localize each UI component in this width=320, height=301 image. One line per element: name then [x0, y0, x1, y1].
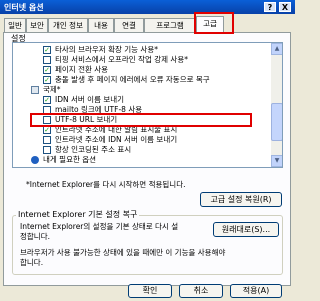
cancel-button[interactable]: 취소: [179, 284, 223, 298]
setting-label: 충돌 발생 후 페이지 에러에서 오류 자동으로 복구: [55, 75, 210, 84]
category-label: 국제*: [43, 85, 61, 94]
setting-checkbox[interactable]: [43, 56, 51, 64]
apply-button[interactable]: 적용(A): [230, 284, 282, 298]
category-icon: [31, 86, 39, 94]
reset-description-line2: 정합니다.: [20, 232, 50, 241]
accessibility-icon: [31, 156, 39, 164]
setting-checkbox[interactable]: [43, 136, 51, 144]
reset-button[interactable]: 원래대로(S)...: [213, 222, 279, 237]
settings-tree: 타사의 브라우저 확장 기능 사용* 티핑 서비스에서 오프라인 작업 강제 사…: [12, 42, 283, 168]
setting-checkbox[interactable]: [43, 76, 51, 84]
setting-label: 타사의 브라우저 확장 기능 사용*: [55, 45, 158, 54]
setting-label: 페이지 전환 사용: [55, 65, 109, 74]
highlight-utf8-url: [30, 113, 252, 127]
window-title: 인터넷 옵션: [4, 3, 44, 12]
reset-description-line1: Internet Explorer의 설정을 기본 상태로 다시 설: [20, 222, 179, 231]
scroll-thumb[interactable]: [271, 103, 282, 141]
setting-checkbox[interactable]: [43, 126, 51, 134]
reset-warning-line2: 합니다.: [20, 258, 44, 267]
highlight-advanced-tab: [194, 12, 234, 34]
setting-checkbox[interactable]: [43, 146, 51, 154]
restart-note: *Internet Explorer를 다시 시작하면 적용됩니다.: [26, 180, 186, 189]
tab-connections[interactable]: 연결: [114, 18, 144, 32]
tab-general[interactable]: 일반: [4, 18, 26, 32]
help-button[interactable]: ?: [264, 2, 276, 12]
setting-checkbox[interactable]: [43, 66, 51, 74]
scroll-down-icon[interactable]: ▼: [271, 155, 282, 167]
tab-content[interactable]: 내용: [88, 18, 114, 32]
close-button[interactable]: X: [279, 2, 291, 12]
setting-checkbox[interactable]: [43, 46, 51, 54]
scroll-up-icon[interactable]: ▲: [271, 43, 282, 55]
title-bar[interactable]: 인터넷 옵션 ? X: [0, 0, 295, 14]
tab-privacy[interactable]: 개인 정보: [48, 18, 88, 32]
ok-button[interactable]: 확인: [128, 284, 172, 298]
internet-options-dialog: 인터넷 옵션 ? X 일반 보안 개인 정보 내용 연결 프로그램 고급 설정 …: [0, 0, 295, 301]
setting-label: 인트라넷 주소에 IDN 서버 이름 보내기: [55, 135, 178, 144]
reset-group-legend: Internet Explorer 기본 설정 복구: [16, 209, 140, 220]
settings-scrollbar[interactable]: ▲ ▼: [271, 43, 282, 167]
setting-label: 항상 인코딩된 주소 표시: [55, 145, 132, 154]
tab-strip: 일반 보안 개인 정보 내용 연결 프로그램 고급: [0, 16, 295, 33]
tab-programs[interactable]: 프로그램: [144, 18, 196, 32]
restore-advanced-button[interactable]: 고급 설정 복원(R): [200, 192, 282, 207]
category-label: 내게 필요한 옵션: [43, 155, 97, 164]
reset-warning-line1: 브라우저가 사용 불가능한 상태에 있을 때에만 이 기능을 사용해야: [20, 248, 226, 257]
tab-security[interactable]: 보안: [26, 18, 48, 32]
setting-label: IDN 서버 이름 보내기: [55, 95, 125, 104]
setting-label: 티핑 서비스에서 오프라인 작업 강제 사용*: [55, 55, 188, 64]
setting-checkbox[interactable]: [43, 96, 51, 104]
